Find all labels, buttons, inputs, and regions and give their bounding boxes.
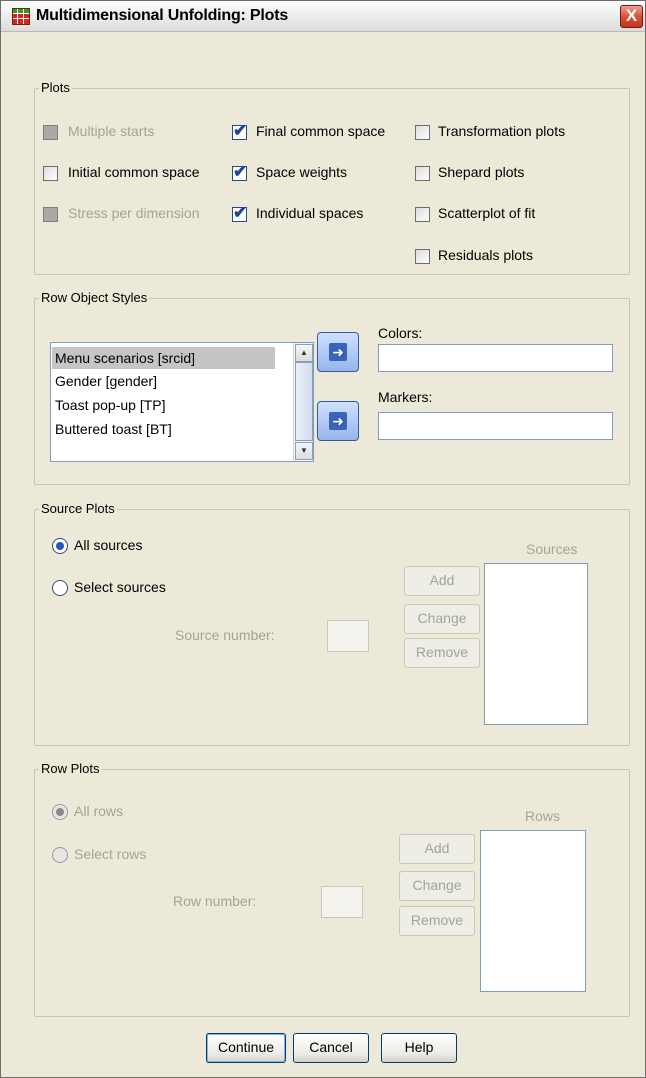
- list-scrollbar[interactable]: ▲ ▼: [293, 343, 313, 461]
- row-number-field[interactable]: [321, 886, 363, 918]
- sources-list[interactable]: [484, 563, 588, 725]
- plots-group: Plots Multiple starts Initial common spa…: [34, 80, 630, 275]
- all-sources-radio[interactable]: [52, 538, 68, 554]
- shepard-plots-label: Shepard plots: [438, 164, 525, 180]
- shepard-plots-checkbox[interactable]: [415, 166, 430, 181]
- source-number-field[interactable]: [327, 620, 369, 652]
- list-item[interactable]: Toast pop-up [TP]: [55, 394, 166, 416]
- right-arrow-icon: ➜: [329, 343, 347, 361]
- all-rows-radio[interactable]: [52, 804, 68, 820]
- final-common-space-label: Final common space: [256, 123, 386, 139]
- all-sources-label: All sources: [74, 537, 143, 553]
- sources-header: Sources: [526, 541, 578, 557]
- continue-button[interactable]: Continue: [206, 1033, 286, 1063]
- initial-common-space-checkbox[interactable]: [43, 166, 58, 181]
- individual-spaces-label: Individual spaces: [256, 205, 364, 221]
- select-sources-radio[interactable]: [52, 580, 68, 596]
- check-icon: ✔: [233, 162, 248, 181]
- space-weights-label: Space weights: [256, 164, 348, 180]
- space-weights-checkbox[interactable]: ✔: [232, 162, 248, 181]
- residuals-plots-label: Residuals plots: [438, 247, 533, 263]
- radio-selected-dot: [56, 808, 64, 816]
- scatterplot-of-fit-label: Scatterplot of fit: [438, 205, 536, 221]
- row-plots-group: Row Plots All rows Select rows Row numbe…: [34, 761, 630, 1017]
- select-sources-label: Select sources: [74, 579, 166, 595]
- colors-label: Colors:: [378, 325, 423, 341]
- row-add-button[interactable]: Add: [399, 834, 475, 864]
- scroll-down-icon[interactable]: ▼: [295, 442, 313, 460]
- colors-field[interactable]: [378, 344, 613, 372]
- final-common-space-checkbox[interactable]: ✔: [232, 121, 248, 140]
- stress-per-dimension-checkbox[interactable]: [43, 207, 58, 222]
- move-to-markers-button[interactable]: ➜: [317, 401, 359, 441]
- row-number-label: Row number:: [173, 893, 257, 909]
- markers-field[interactable]: [378, 412, 613, 440]
- transformation-plots-label: Transformation plots: [438, 123, 566, 139]
- residuals-plots-checkbox[interactable]: [415, 249, 430, 264]
- row-plots-legend: Row Plots: [39, 761, 102, 776]
- plots-dialog: Multidimensional Unfolding: Plots X Plot…: [0, 0, 646, 1078]
- row-remove-button[interactable]: Remove: [399, 906, 475, 936]
- markers-label: Markers:: [378, 389, 433, 405]
- plots-legend: Plots: [39, 80, 72, 95]
- cancel-button[interactable]: Cancel: [293, 1033, 369, 1063]
- row-object-styles-legend: Row Object Styles: [39, 290, 150, 305]
- right-arrow-icon: ➜: [329, 412, 347, 430]
- title-bar: Multidimensional Unfolding: Plots X: [1, 1, 645, 32]
- check-icon: ✔: [233, 121, 248, 140]
- rows-list[interactable]: [480, 830, 586, 992]
- radio-selected-dot: [56, 542, 64, 550]
- multiple-starts-text: Multiple starts: [68, 123, 155, 139]
- row-object-styles-group: Row Object Styles Menu scenarios [srcid]…: [34, 290, 630, 485]
- row-change-button[interactable]: Change: [399, 871, 475, 901]
- row-object-variable-list[interactable]: Menu scenarios [srcid] Gender [gender] T…: [50, 342, 314, 462]
- move-to-colors-button[interactable]: ➜: [317, 332, 359, 372]
- select-rows-label: Select rows: [74, 846, 147, 862]
- list-item[interactable]: Gender [gender]: [55, 370, 157, 392]
- initial-common-space-label: Initial common space: [68, 164, 200, 180]
- spss-app-icon: [12, 8, 30, 25]
- source-change-button[interactable]: Change: [404, 604, 480, 634]
- source-number-label: Source number:: [175, 627, 275, 643]
- rows-header: Rows: [525, 808, 561, 824]
- scatterplot-of-fit-checkbox[interactable]: [415, 207, 430, 222]
- individual-spaces-checkbox[interactable]: ✔: [232, 203, 248, 222]
- list-item[interactable]: Menu scenarios [srcid]: [52, 347, 275, 369]
- scroll-up-icon[interactable]: ▲: [295, 344, 313, 362]
- multiple-starts-checkbox[interactable]: [43, 125, 58, 140]
- list-item[interactable]: Buttered toast [BT]: [55, 418, 172, 440]
- multiple-starts-label: Multiple starts: [68, 123, 154, 139]
- window-title: Multidimensional Unfolding: Plots: [36, 7, 289, 24]
- close-button[interactable]: X: [620, 5, 643, 28]
- source-plots-group: Source Plots All sources Select sources …: [34, 501, 630, 746]
- select-rows-radio[interactable]: [52, 847, 68, 863]
- all-rows-label: All rows: [74, 803, 124, 819]
- check-icon: ✔: [233, 203, 248, 222]
- source-add-button[interactable]: Add: [404, 566, 480, 596]
- help-button[interactable]: Help: [381, 1033, 457, 1063]
- stress-per-dimension-label: Stress per dimension: [68, 205, 200, 221]
- scroll-thumb[interactable]: [295, 362, 313, 441]
- source-remove-button[interactable]: Remove: [404, 638, 480, 668]
- source-plots-legend: Source Plots: [39, 501, 117, 516]
- transformation-plots-checkbox[interactable]: [415, 125, 430, 140]
